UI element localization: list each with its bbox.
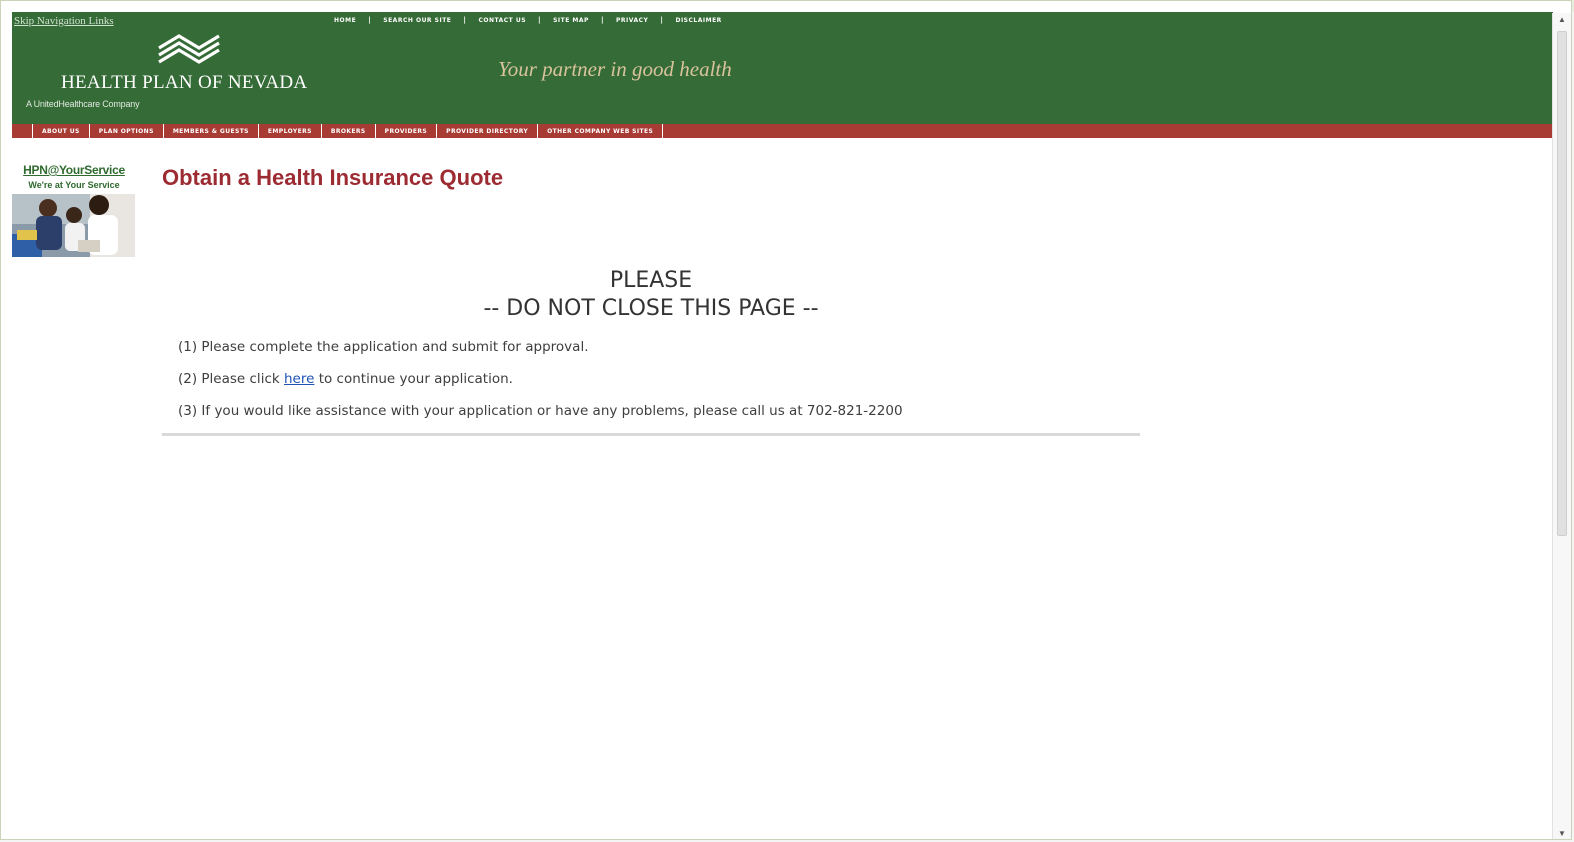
top-nav-home[interactable]: HOME xyxy=(322,17,368,24)
top-nav: HOME | SEARCH OUR SITE | CONTACT US | SI… xyxy=(322,16,734,24)
step-2-suffix: to continue your application. xyxy=(314,371,513,387)
vertical-scrollbar[interactable]: ▲ ▼ xyxy=(1552,13,1571,839)
hpn-logo-icon[interactable] xyxy=(155,30,221,64)
brand-subtitle: A UnitedHealthcare Company xyxy=(26,99,140,109)
nav-plan-options[interactable]: PLAN OPTIONS xyxy=(88,124,163,138)
main-nav-bar: ABOUT US PLAN OPTIONS MEMBERS & GUESTS E… xyxy=(12,124,1553,138)
nav-other-sites[interactable]: OTHER COMPANY WEB SITES xyxy=(537,124,664,138)
browser-viewport: Skip Navigation Links HOME | SEARCH OUR … xyxy=(0,0,1572,840)
scroll-thumb[interactable] xyxy=(1557,31,1567,536)
brand-title: HEALTH PLAN OF NEVADA xyxy=(61,72,308,93)
scroll-up-arrow-icon[interactable]: ▲ xyxy=(1553,13,1571,27)
tagline: Your partner in good health xyxy=(498,57,732,81)
content-divider xyxy=(162,433,1140,436)
site-header: Skip Navigation Links HOME | SEARCH OUR … xyxy=(12,12,1553,124)
scroll-down-arrow-icon[interactable]: ▼ xyxy=(1553,827,1571,839)
nav-members-guests[interactable]: MEMBERS & GUESTS xyxy=(162,124,258,138)
family-photo[interactable] xyxy=(12,194,135,257)
top-nav-privacy[interactable]: PRIVACY xyxy=(604,17,660,24)
top-nav-sitemap[interactable]: SITE MAP xyxy=(541,17,601,24)
continue-application-link[interactable]: here xyxy=(284,371,314,387)
do-not-close-notice: PLEASE -- DO NOT CLOSE THIS PAGE -- xyxy=(162,267,1140,323)
instruction-step-2: (2) Please click here to continue your a… xyxy=(178,369,903,401)
nav-providers[interactable]: PROVIDERS xyxy=(374,124,436,138)
top-nav-disclaimer[interactable]: DISCLAIMER xyxy=(663,17,733,24)
notice-line-2: -- DO NOT CLOSE THIS PAGE -- xyxy=(483,296,819,321)
nav-about-us[interactable]: ABOUT US xyxy=(32,124,89,138)
sidebar-subtitle: We're at Your Service xyxy=(28,180,120,190)
instruction-step-1: (1) Please complete the application and … xyxy=(178,339,589,355)
top-nav-search[interactable]: SEARCH OUR SITE xyxy=(371,17,463,24)
instruction-list: (1) Please complete the application and … xyxy=(178,337,903,433)
sidebar-title[interactable]: HPN@YourService xyxy=(12,163,136,177)
nav-brokers[interactable]: BROKERS xyxy=(320,124,375,138)
nav-provider-directory[interactable]: PROVIDER DIRECTORY xyxy=(436,124,537,138)
skip-navigation-link[interactable]: Skip Navigation Links xyxy=(14,15,114,27)
sidebar-your-service[interactable]: HPN@YourService We're at Your Service xyxy=(12,163,136,257)
top-nav-contact[interactable]: CONTACT US xyxy=(466,17,538,24)
page-title: Obtain a Health Insurance Quote xyxy=(162,165,504,190)
instruction-step-3: (3) If you would like assistance with yo… xyxy=(178,403,903,419)
nav-employers[interactable]: EMPLOYERS xyxy=(257,124,321,138)
notice-line-1: PLEASE xyxy=(609,268,693,293)
step-2-prefix: (2) Please click xyxy=(178,371,284,387)
